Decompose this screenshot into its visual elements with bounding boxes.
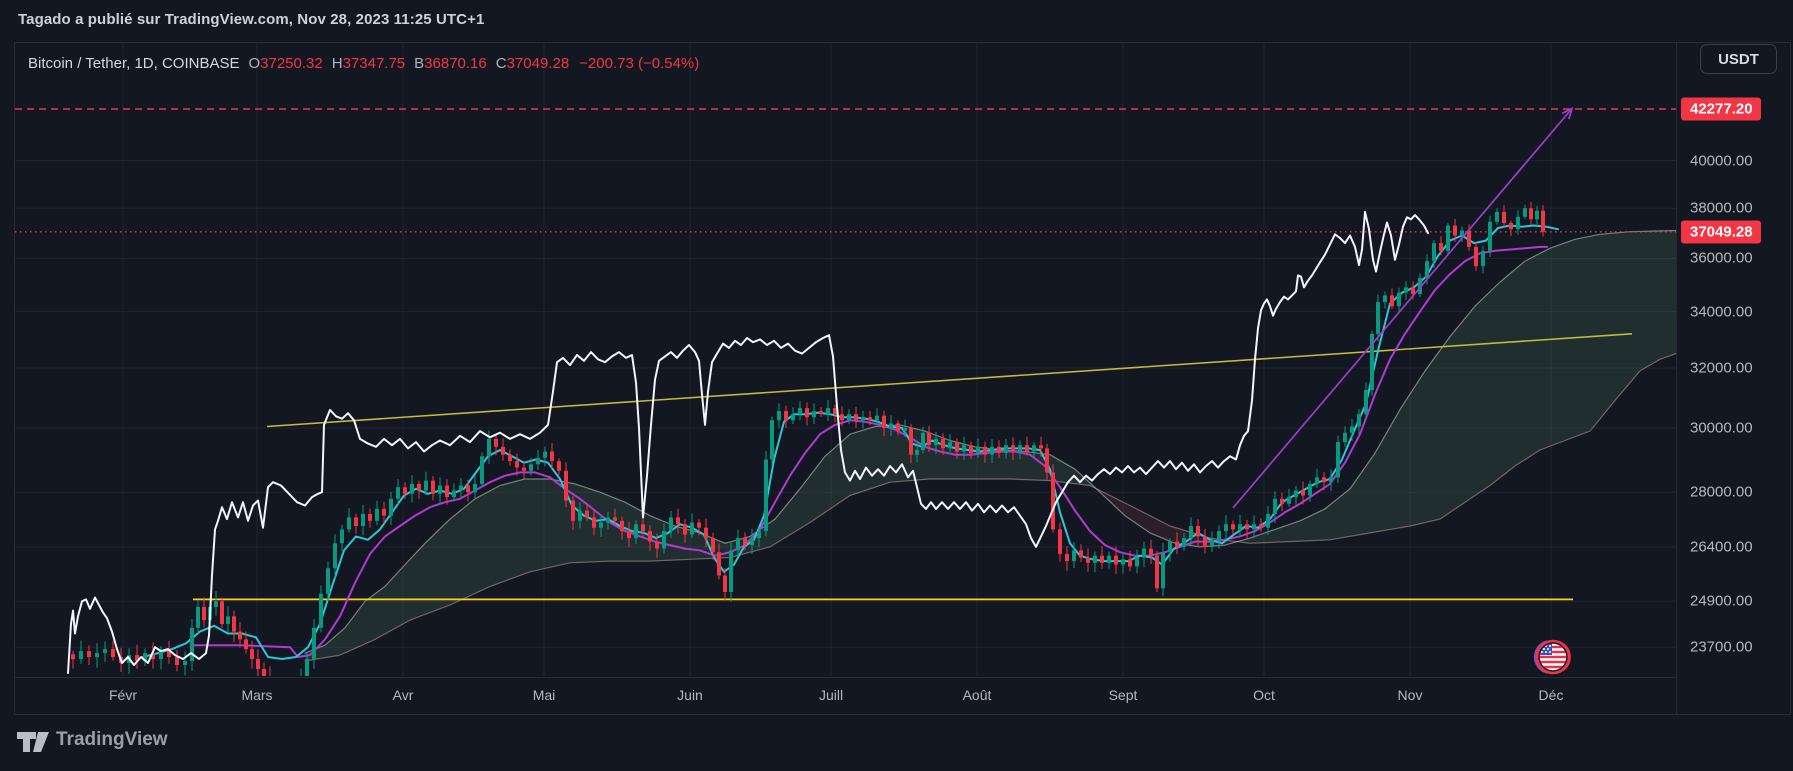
open-value: 37250.32 xyxy=(260,54,323,72)
tradingview-snapshot-page: Tagado a publié sur TradingView.com, Nov… xyxy=(0,0,1793,771)
price-axis-label: 38000.00 xyxy=(1690,199,1753,217)
time-axis-label: Mars xyxy=(241,687,273,703)
time-axis-label: Nov xyxy=(1397,687,1423,703)
change-value: −200.73 (−0.54%) xyxy=(579,54,700,72)
time-axis-label: Mai xyxy=(532,687,556,703)
high-value: 37347.75 xyxy=(342,54,406,72)
price-axis-label: 30000.00 xyxy=(1690,419,1753,437)
symbol-title: Bitcoin / Tether, 1D, COINBASE xyxy=(28,54,240,72)
price-axis-label: 34000.00 xyxy=(1690,303,1753,321)
price-axis-label: 32000.00 xyxy=(1690,359,1753,377)
price-chart[interactable] xyxy=(0,0,1793,771)
time-axis-label: Sept xyxy=(1108,687,1138,703)
price-axis-badge: 42277.20 xyxy=(1681,97,1761,121)
price-axis[interactable]: 42277.20 40000.00 38000.00 37049.28 36000.00… xyxy=(1677,42,1793,676)
tradingview-brand-link[interactable]: TradingView xyxy=(56,729,168,751)
high-label: H xyxy=(331,54,343,72)
time-axis-label: Août xyxy=(962,687,992,703)
time-axis[interactable]: Févr Mars Avr Mai Juin Juill Août Sept Oct Nov Déc xyxy=(15,677,1676,716)
price-axis-label: 26400.00 xyxy=(1690,538,1753,556)
plot-area[interactable] xyxy=(15,43,1676,758)
time-axis-label: Févr xyxy=(109,687,137,703)
ichimoku-cloud xyxy=(304,229,1676,662)
footer-bar: TradingView xyxy=(0,715,1793,771)
close-value: 37049.28 xyxy=(506,54,570,72)
time-axis-label: Juill xyxy=(818,687,844,703)
white-overlay-line xyxy=(67,210,1429,674)
price-axis-label: 40000.00 xyxy=(1690,152,1753,169)
open-label: O xyxy=(248,54,261,72)
close-label: C xyxy=(495,54,507,72)
price-axis-badge: 37049.28 xyxy=(1681,220,1761,244)
price-axis-label: 24900.00 xyxy=(1690,592,1753,610)
symbol-header[interactable]: Bitcoin / Tether, 1D, COINBASE O 37250.32… xyxy=(28,53,699,73)
low-value: 36870.16 xyxy=(424,54,487,72)
time-axis-label: Juin xyxy=(677,687,703,703)
price-axis-label: 28000.00 xyxy=(1690,483,1753,501)
tradingview-logo-icon[interactable] xyxy=(16,727,50,757)
grid-lines xyxy=(15,43,1676,676)
time-axis-label: Avr xyxy=(392,687,414,703)
time-axis-label: Déc xyxy=(1538,687,1564,703)
us-flag-event-icon[interactable] xyxy=(1533,639,1571,675)
price-axis-divider xyxy=(1676,42,1677,715)
time-axis-label: Oct xyxy=(1253,687,1275,703)
price-axis-label: 23700.00 xyxy=(1690,638,1753,656)
low-label: B xyxy=(414,54,425,72)
price-axis-label: 36000.00 xyxy=(1690,249,1753,267)
